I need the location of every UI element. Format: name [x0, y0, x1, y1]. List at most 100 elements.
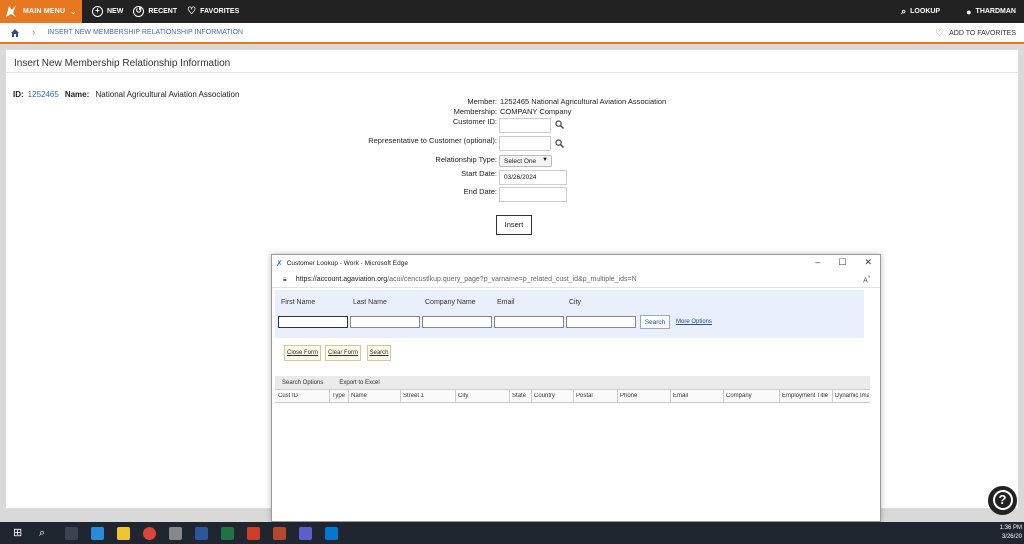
excel-icon[interactable] [221, 526, 234, 540]
search-icon[interactable] [555, 139, 564, 148]
customer-id-input[interactable] [499, 118, 551, 133]
home-icon[interactable] [10, 28, 20, 38]
record-id-line: ID: 1252465 Name: National Agricultural Av… [13, 90, 239, 99]
column-header[interactable]: Company [726, 393, 776, 399]
minimize-icon[interactable]: – [815, 257, 820, 268]
export-to-excel-tab[interactable]: Export to Excel [339, 380, 379, 386]
search-icon[interactable]: ⌕ [39, 527, 52, 540]
system-clock[interactable]: 1:36 PM 3/26/20 [1000, 524, 1022, 542]
last-name-input[interactable] [350, 316, 420, 328]
column-header[interactable]: Street 1 [403, 393, 453, 399]
history-icon: ↺ [133, 6, 145, 17]
window-title: Customer Lookup - Work - Microsoft Edge [286, 260, 408, 267]
search-icon[interactable] [555, 120, 564, 129]
read-aloud-icon[interactable]: Aᵃ [863, 275, 870, 284]
id-link[interactable]: 1252465 [28, 90, 59, 99]
task-view-icon[interactable] [65, 526, 78, 540]
calculator-icon[interactable] [169, 526, 182, 540]
column-header[interactable]: State [512, 393, 530, 399]
column-header[interactable]: Cust ID [278, 393, 328, 399]
column-divider [531, 390, 532, 403]
maximize-icon[interactable]: ☐ [838, 257, 846, 268]
edge-browser-icon[interactable] [91, 526, 104, 540]
column-header[interactable]: Phone [620, 393, 668, 399]
add-to-favorites-label: ADD TO FAVORITES [949, 30, 1016, 37]
lookup-button[interactable]: ⌕ LOOKUP [901, 6, 940, 17]
address-bar[interactable]: 🔒︎ https://account.agaviation.org/acui/c… [272, 272, 880, 288]
word-icon[interactable] [195, 526, 208, 540]
insert-button[interactable]: Insert [496, 215, 532, 235]
email-input[interactable] [494, 316, 564, 328]
representative-row: Representative to Customer (optional): [311, 136, 711, 151]
new-button[interactable]: + NEW [92, 6, 123, 17]
lookup-label: LOOKUP [910, 8, 941, 15]
relationship-type-label: Relationship Type: [435, 155, 497, 164]
search-small-button[interactable]: Search [367, 345, 391, 361]
column-divider [400, 390, 401, 403]
search-icon: ⌕ [901, 6, 907, 16]
main-menu-button[interactable]: MAIN MENU ⌄ [0, 0, 82, 23]
heart-icon: ♡ [935, 28, 945, 39]
favorites-label: FAVORITES [200, 8, 240, 15]
column-header[interactable]: Type [332, 393, 348, 399]
column-divider [670, 390, 671, 403]
chevron-right-icon: › [32, 27, 36, 38]
chrome-icon[interactable] [143, 526, 156, 540]
file-explorer-icon[interactable] [117, 526, 130, 540]
column-header[interactable]: City [458, 393, 506, 399]
clock-date: 3/26/20 [1001, 534, 1022, 540]
column-divider [573, 390, 574, 403]
teams-icon[interactable] [299, 526, 312, 540]
search-options-tab[interactable]: Search Options [282, 380, 323, 386]
city-input[interactable] [566, 316, 636, 328]
column-header[interactable]: Postal [576, 393, 614, 399]
breadcrumb-current[interactable]: INSERT NEW MEMBERSHIP RELATIONSHIP INFOR… [47, 29, 243, 36]
grid-toolbar: Search Options Export to Excel [275, 376, 870, 389]
first-name-input[interactable] [278, 316, 348, 328]
start-date-label: Start Date: [461, 169, 497, 178]
outlook-icon[interactable] [325, 526, 338, 540]
name-label: Name: [64, 90, 90, 99]
clear-form-button[interactable]: Clear Form [325, 345, 361, 361]
user-avatar-icon: ● [966, 6, 972, 17]
search-button[interactable]: Search [640, 315, 670, 329]
start-date-input[interactable]: 03/26/2024 [499, 170, 567, 185]
results-table-header: Cust ID Type Name Street 1 City State Co… [275, 389, 870, 403]
relationship-type-select[interactable]: Select One ▼ [499, 155, 552, 167]
column-header[interactable]: Name [351, 393, 399, 399]
windows-start-icon[interactable]: ⊞ [13, 527, 26, 540]
column-header[interactable]: Employment Title [782, 393, 832, 399]
acrobat-icon[interactable] [247, 526, 260, 540]
url-path: /acui/cencustlkup.query_page?p_varname=p… [387, 276, 637, 283]
plus-circle-icon: + [92, 6, 103, 17]
customer-id-row: Customer ID: [311, 117, 711, 133]
help-button[interactable]: ? [988, 486, 1017, 515]
user-menu-button[interactable]: ● THARDMAN [966, 7, 1016, 17]
new-label: NEW [107, 8, 124, 15]
powerpoint-icon[interactable] [273, 526, 286, 540]
close-icon[interactable]: ✕ [864, 257, 872, 268]
column-header[interactable]: Country [534, 393, 572, 399]
column-header[interactable]: Dynamic Ima [835, 393, 869, 399]
clock-time: 1:36 PM [999, 525, 1022, 531]
company-name-label: Company Name [425, 299, 476, 306]
recent-button[interactable]: ↺ RECENT [133, 6, 177, 17]
column-divider [723, 390, 724, 403]
column-divider [329, 390, 330, 403]
top-nav-bar: MAIN MENU ⌄ + NEW ↺ RECENT ♡ FAVORITES ⌕… [0, 0, 1024, 23]
column-header[interactable]: Email [673, 393, 721, 399]
page-title: Insert New Membership Relationship Infor… [14, 58, 231, 69]
member-label: Member: [467, 97, 497, 106]
column-divider [779, 390, 780, 403]
divider [6, 72, 1018, 73]
favorites-button[interactable]: ♡ FAVORITES [187, 6, 239, 17]
question-mark-icon: ? [992, 490, 1013, 510]
more-options-link[interactable]: More Options [676, 319, 712, 325]
close-form-button[interactable]: Close Form [284, 345, 321, 361]
company-name-input[interactable] [422, 316, 492, 328]
representative-input[interactable] [499, 136, 551, 151]
id-label: ID: [13, 90, 24, 99]
add-to-favorites-button[interactable]: ♡ ADD TO FAVORITES [935, 28, 1016, 39]
column-divider [455, 390, 456, 403]
end-date-input[interactable] [499, 187, 567, 202]
